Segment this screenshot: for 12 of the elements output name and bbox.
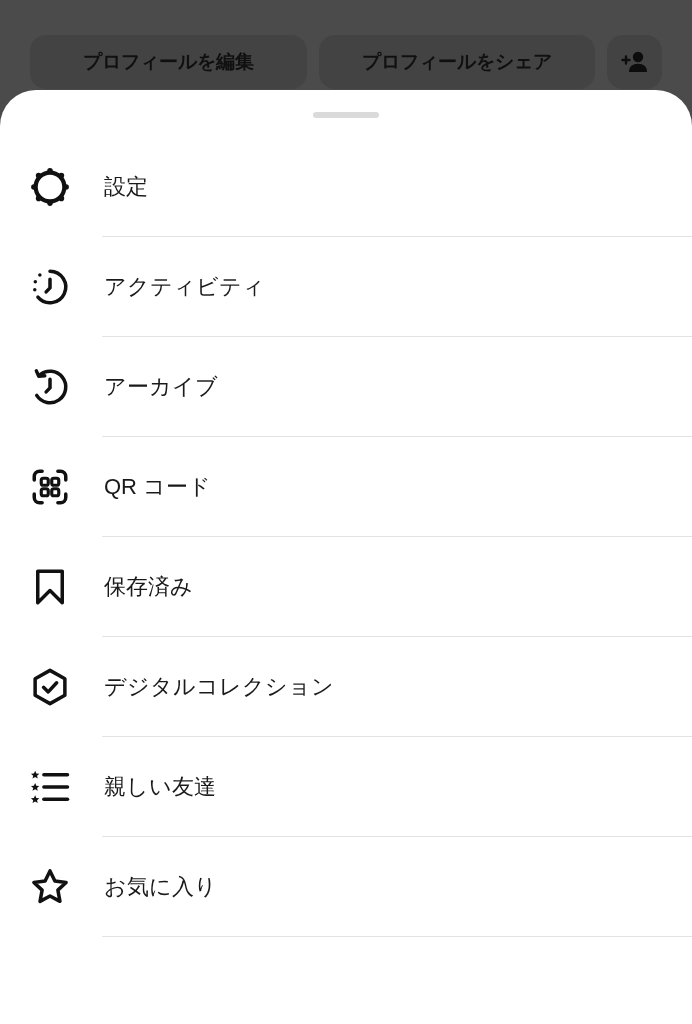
menu-item[interactable]: 設定 <box>0 137 692 237</box>
menu-item[interactable]: QR コード <box>0 437 692 537</box>
drag-handle[interactable] <box>313 112 379 118</box>
menu-item[interactable]: 親しい友達 <box>0 737 692 837</box>
add-person-button[interactable] <box>607 35 662 89</box>
add-person-icon <box>620 51 649 73</box>
menu-item[interactable]: アクティビティ <box>0 237 692 337</box>
menu-item[interactable]: 保存済み <box>0 537 692 637</box>
settings-icon <box>29 166 71 208</box>
menu-item[interactable]: アーカイブ <box>0 337 692 437</box>
menu-item[interactable]: デジタルコレクション <box>0 637 692 737</box>
menu-item[interactable]: お気に入り <box>0 837 692 937</box>
